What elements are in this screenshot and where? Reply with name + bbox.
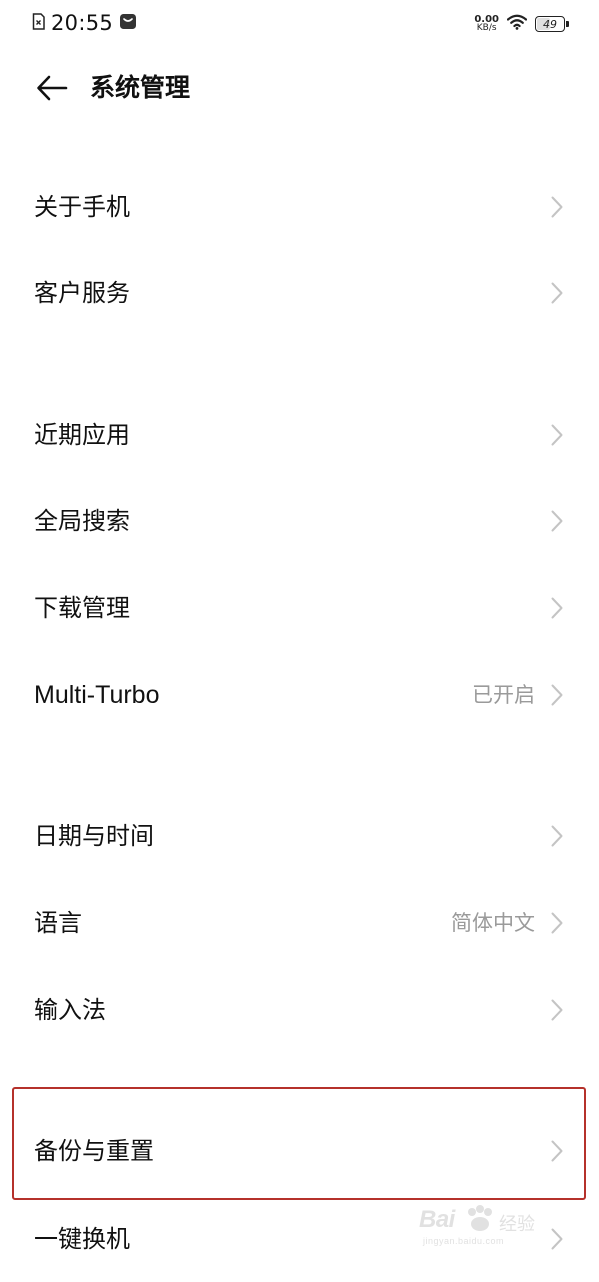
chevron-right-icon [549,824,565,848]
menu-item-label: 日期与时间 [34,822,154,850]
menu-item-backup-reset[interactable]: 备份与重置 [0,1108,599,1194]
menu-item-global-search[interactable]: 全局搜索 [0,478,599,564]
menu-item-multi-turbo[interactable]: Multi-Turbo 已开启 [0,652,599,738]
network-speed: 0.00 KB/s [474,15,499,33]
chevron-right-icon [549,195,565,219]
chevron-right-icon [549,1227,565,1251]
battery-level: 49 [543,17,557,31]
menu-item-label: 备份与重置 [34,1137,154,1165]
menu-item-date-time[interactable]: 日期与时间 [0,793,599,879]
chevron-right-icon [549,423,565,447]
wifi-icon [506,14,528,34]
status-bar-right: 0.00 KB/s 49 [474,12,569,36]
status-time: 20:55 [51,11,114,35]
menu-item-label: 下载管理 [34,594,130,622]
menu-item-recent-apps[interactable]: 近期应用 [0,392,599,478]
menu-item-label: 近期应用 [34,421,130,449]
menu-item-label: 关于手机 [34,193,130,221]
chevron-right-icon [549,998,565,1022]
chevron-right-icon [549,911,565,935]
notification-app-icon [119,13,137,34]
back-button[interactable] [30,68,74,112]
menu-item-label: Multi-Turbo [34,681,160,709]
network-speed-unit: KB/s [476,23,497,33]
menu-item-language[interactable]: 语言 简体中文 [0,880,599,966]
menu-item-download-manager[interactable]: 下载管理 [0,565,599,651]
multi-turbo-status: 已开启 [472,683,535,707]
menu-item-label: 一键换机 [34,1225,130,1253]
app-header: 系统管理 [0,60,599,116]
chevron-right-icon [549,683,565,707]
menu-item-customer-service[interactable]: 客户服务 [0,250,599,336]
battery-icon: 49 [535,16,569,32]
sim-icon [32,12,45,34]
menu-item-label: 客户服务 [34,279,130,307]
chevron-right-icon [549,509,565,533]
menu-item-label: 语言 [34,909,82,937]
status-bar-left: 20:55 [32,10,137,36]
language-value: 简体中文 [451,911,535,935]
chevron-right-icon [549,281,565,305]
menu-item-label: 输入法 [34,996,106,1024]
back-arrow-icon [36,75,68,105]
menu-item-input-method[interactable]: 输入法 [0,967,599,1053]
chevron-right-icon [549,1139,565,1163]
chevron-right-icon [549,596,565,620]
menu-item-about-phone[interactable]: 关于手机 [0,164,599,250]
menu-item-label: 全局搜索 [34,507,130,535]
menu-item-phone-clone[interactable]: 一键换机 [0,1196,599,1282]
page-title: 系统管理 [90,73,191,102]
status-bar: 20:55 0.00 KB/s 49 [0,0,599,44]
